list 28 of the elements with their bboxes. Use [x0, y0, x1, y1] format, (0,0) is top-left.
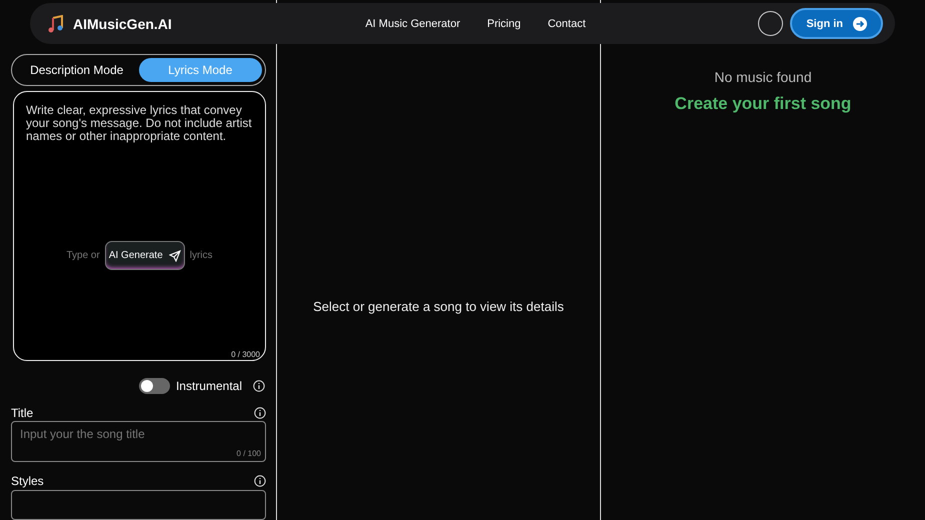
nav-link[interactable]: Pricing: [487, 18, 521, 30]
styles-field[interactable]: [11, 490, 266, 520]
arrow-right-icon: [853, 16, 867, 30]
music-note-icon: [48, 14, 64, 32]
info-icon[interactable]: [254, 474, 266, 487]
avatar-circle[interactable]: [758, 11, 784, 36]
instrumental-label: Instrumental: [176, 378, 242, 393]
info-icon[interactable]: [253, 380, 265, 392]
ai-generate-button[interactable]: AI Generate: [104, 241, 185, 270]
lyrics-placeholder: Write clear, expressive lyrics that convey your song's message. Do not include artist names or other inappropriate content.: [26, 104, 253, 144]
hint-text: lyrics: [190, 250, 213, 262]
char-counter: 0 / 3000: [231, 350, 260, 359]
empty-library-message: No music found: [714, 69, 812, 85]
send-icon: [168, 250, 181, 262]
hint-text: Type or: [66, 250, 100, 262]
logo-text[interactable]: AIMusicGen.AI: [73, 16, 172, 32]
field-label: Styles: [11, 474, 44, 488]
nav-link[interactable]: Contact: [548, 18, 586, 30]
sign-in-button[interactable]: Sign in: [790, 8, 883, 39]
info-icon[interactable]: [254, 406, 266, 419]
create-song-link[interactable]: Create your first song: [674, 94, 852, 114]
nav-link[interactable]: AI Music Generator: [365, 18, 460, 30]
empty-details-message: Select or generate a song to view its details: [313, 298, 564, 314]
mode-tab[interactable]: Description Mode: [15, 58, 138, 82]
lyrics-field[interactable]: Write clear, expressive lyrics that convey your song's message. Do not include artist names or other inappropriate content. Type or AI Generate lyrics 0 / 3000: [13, 91, 266, 361]
char-counter: 0 / 100: [236, 448, 261, 458]
instrumental-toggle[interactable]: [138, 378, 170, 394]
field-label: Title: [11, 406, 34, 420]
